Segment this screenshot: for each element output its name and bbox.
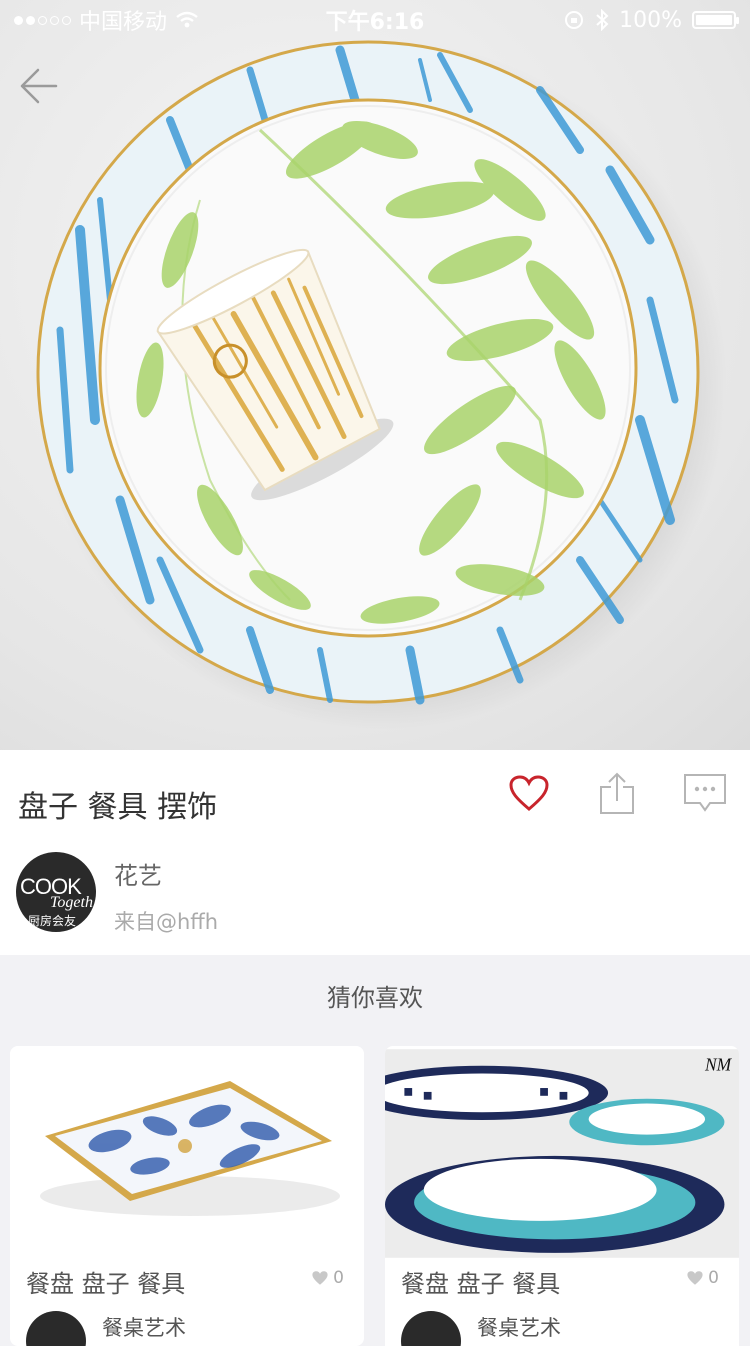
card-author-name[interactable]: 餐桌艺术	[102, 1312, 186, 1342]
status-bar: 中国移动 下午6:16 100%	[0, 0, 750, 40]
author-avatar[interactable]: COOK Togeth 厨房会友	[16, 852, 96, 932]
bluetooth-icon	[596, 9, 609, 31]
comment-button[interactable]	[680, 768, 730, 818]
avatar-logo-small: 厨房会友	[28, 914, 77, 928]
card-likes-count: 0	[708, 1268, 719, 1288]
comment-icon	[684, 774, 726, 812]
tray-image	[10, 1046, 364, 1261]
card-author-avatar[interactable]	[401, 1311, 461, 1346]
recommend-card[interactable]: 餐盘 盘子 餐具 0 餐桌艺术	[10, 1046, 364, 1346]
recommend-title: 猜你喜欢	[327, 984, 423, 1012]
like-button[interactable]	[504, 768, 554, 818]
carrier-label: 中国移动	[79, 10, 168, 35]
card-author-avatar[interactable]	[26, 1311, 86, 1346]
hero-image	[0, 0, 750, 750]
signal-strength-icon	[14, 15, 71, 25]
back-button[interactable]	[16, 64, 60, 108]
heart-icon	[509, 775, 549, 811]
card-title: 餐盘 盘子 餐具	[26, 1270, 186, 1298]
heart-small-icon	[687, 1271, 703, 1285]
rotation-lock-icon	[565, 11, 584, 29]
card-title: 餐盘 盘子 餐具	[401, 1270, 561, 1298]
card-likes: 0	[311, 1268, 344, 1288]
back-arrow-icon	[20, 68, 58, 104]
wifi-icon	[176, 11, 198, 28]
post-info: 盘子 餐具 摆饰 COOK Togeth 厨房会友 花艺 来自@hffh	[0, 750, 750, 955]
card-likes-count: 0	[333, 1268, 344, 1288]
plate-illustration	[36, 40, 727, 730]
avatar-logo-script: Togeth	[50, 894, 93, 911]
dinnerware-image: NM	[385, 1049, 739, 1258]
card-author-name[interactable]: 餐桌艺术	[477, 1312, 561, 1342]
author-name[interactable]: 花艺	[114, 856, 162, 891]
heart-small-icon	[312, 1271, 328, 1285]
brand-mark: NM	[704, 1055, 733, 1075]
post-source[interactable]: 来自@hffh	[114, 906, 218, 936]
share-icon	[600, 772, 634, 814]
post-title: 盘子 餐具 摆饰	[18, 790, 218, 825]
battery-icon	[692, 11, 739, 29]
action-bar	[504, 768, 730, 818]
battery-percent: 100%	[619, 7, 682, 33]
recommend-card[interactable]: NM 餐盘 盘子 餐具 0 餐桌艺术	[385, 1046, 739, 1346]
card-likes: 0	[686, 1268, 719, 1288]
share-button[interactable]	[592, 768, 642, 818]
